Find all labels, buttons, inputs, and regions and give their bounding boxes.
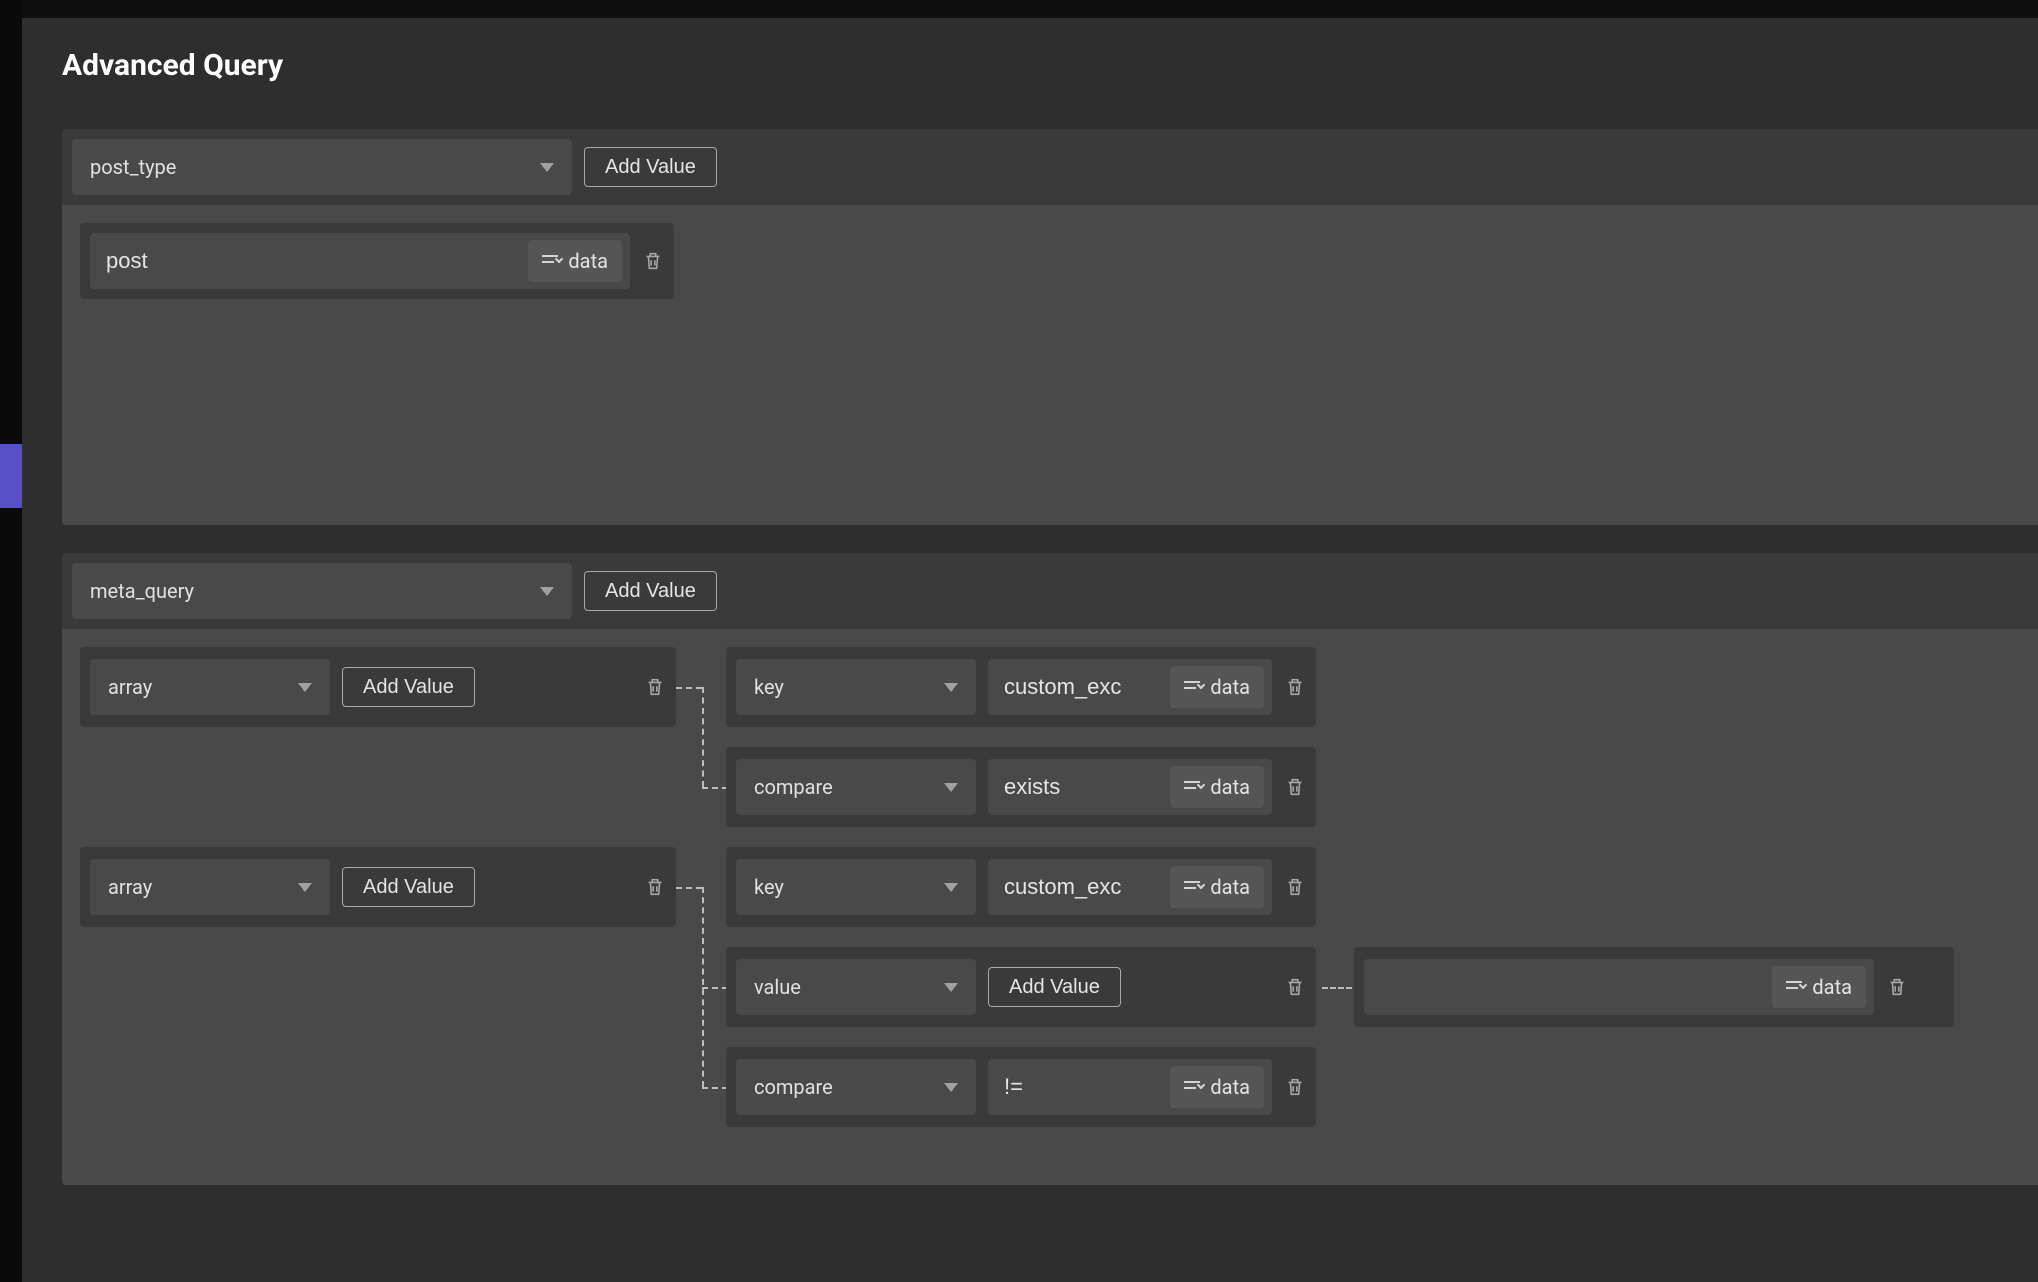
value-input-wrap: data <box>988 759 1272 815</box>
sidebar-sliver <box>0 0 22 1282</box>
chevron-down-icon <box>540 163 554 172</box>
value-input-wrap: data <box>988 1059 1272 1115</box>
key-select[interactable]: key <box>736 859 976 915</box>
data-chip[interactable]: data <box>1170 666 1264 708</box>
data-chip[interactable]: data <box>528 240 622 282</box>
add-value-button[interactable]: Add Value <box>584 147 717 187</box>
add-value-button[interactable]: Add Value <box>342 867 475 907</box>
value-input-wrap: data <box>988 859 1272 915</box>
connector <box>702 987 728 989</box>
key-select[interactable]: key <box>736 659 976 715</box>
value-input-wrap: data <box>1364 959 1874 1015</box>
delete-icon[interactable] <box>1284 674 1306 700</box>
section-body: data <box>62 205 2038 525</box>
delete-icon[interactable] <box>1284 974 1306 1000</box>
data-icon <box>1184 779 1202 795</box>
param-select-label: post_type <box>90 155 176 179</box>
value-input[interactable] <box>1004 1074 1160 1100</box>
data-icon <box>1184 679 1202 695</box>
query-section-post-type: post_type Add Value data <box>62 129 2038 525</box>
data-chip[interactable]: data <box>1170 766 1264 808</box>
section-header: post_type Add Value <box>62 129 2038 205</box>
delete-icon[interactable] <box>642 248 664 274</box>
delete-icon[interactable] <box>644 674 666 700</box>
delete-icon[interactable] <box>1886 974 1908 1000</box>
connector <box>1322 987 1352 989</box>
delete-icon[interactable] <box>1284 774 1306 800</box>
key-select[interactable]: compare <box>736 1059 976 1115</box>
data-chip[interactable]: data <box>1170 1066 1264 1108</box>
kv-row: key data <box>726 647 1316 727</box>
data-chip[interactable]: data <box>1772 966 1866 1008</box>
chevron-down-icon <box>944 1083 958 1092</box>
key-select[interactable]: value <box>736 959 976 1015</box>
chevron-down-icon <box>298 683 312 692</box>
chevron-down-icon <box>298 883 312 892</box>
value-input[interactable] <box>1004 774 1160 800</box>
connector <box>702 687 704 787</box>
panel-title: Advanced Query <box>62 48 2038 83</box>
connector <box>702 787 728 789</box>
add-value-button[interactable]: Add Value <box>342 667 475 707</box>
kv-row: value Add Value <box>726 947 1316 1027</box>
param-select[interactable]: meta_query <box>72 563 572 619</box>
connector <box>676 687 702 689</box>
chevron-down-icon <box>944 883 958 892</box>
array-type-select[interactable]: array <box>90 659 330 715</box>
query-section-meta-query: meta_query Add Value <box>62 553 2038 1185</box>
kv-row: key data <box>726 847 1316 927</box>
chevron-down-icon <box>540 587 554 596</box>
nested-value-row: data <box>1354 947 1954 1027</box>
advanced-query-panel: Advanced Query post_type Add Value <box>22 18 2038 1282</box>
value-row: data <box>80 223 674 299</box>
array-type-select[interactable]: array <box>90 859 330 915</box>
section-header: meta_query Add Value <box>62 553 2038 629</box>
value-input[interactable] <box>1004 674 1160 700</box>
data-icon <box>1184 1079 1202 1095</box>
chevron-down-icon <box>944 983 958 992</box>
array-block: array Add Value <box>80 847 676 927</box>
delete-icon[interactable] <box>644 874 666 900</box>
array-block: array Add Value <box>80 647 676 727</box>
value-input-wrap: data <box>90 233 630 289</box>
data-icon <box>542 253 560 269</box>
sidebar-active-indicator <box>0 444 22 508</box>
data-icon <box>1786 979 1804 995</box>
add-value-button[interactable]: Add Value <box>584 571 717 611</box>
delete-icon[interactable] <box>1284 874 1306 900</box>
value-input[interactable] <box>1380 974 1762 1000</box>
data-icon <box>1184 879 1202 895</box>
value-input[interactable] <box>106 248 518 274</box>
data-chip[interactable]: data <box>1170 866 1264 908</box>
chevron-down-icon <box>944 683 958 692</box>
kv-row: compare data <box>726 1047 1316 1127</box>
add-value-button[interactable]: Add Value <box>988 967 1121 1007</box>
meta-query-body: array Add Value key <box>62 629 2038 1185</box>
value-input[interactable] <box>1004 874 1160 900</box>
delete-icon[interactable] <box>1284 1074 1306 1100</box>
connector <box>676 887 702 889</box>
param-select-label: meta_query <box>90 579 194 603</box>
chevron-down-icon <box>944 783 958 792</box>
param-select[interactable]: post_type <box>72 139 572 195</box>
key-select[interactable]: compare <box>736 759 976 815</box>
kv-row: compare data <box>726 747 1316 827</box>
connector <box>702 1087 728 1089</box>
value-input-wrap: data <box>988 659 1272 715</box>
